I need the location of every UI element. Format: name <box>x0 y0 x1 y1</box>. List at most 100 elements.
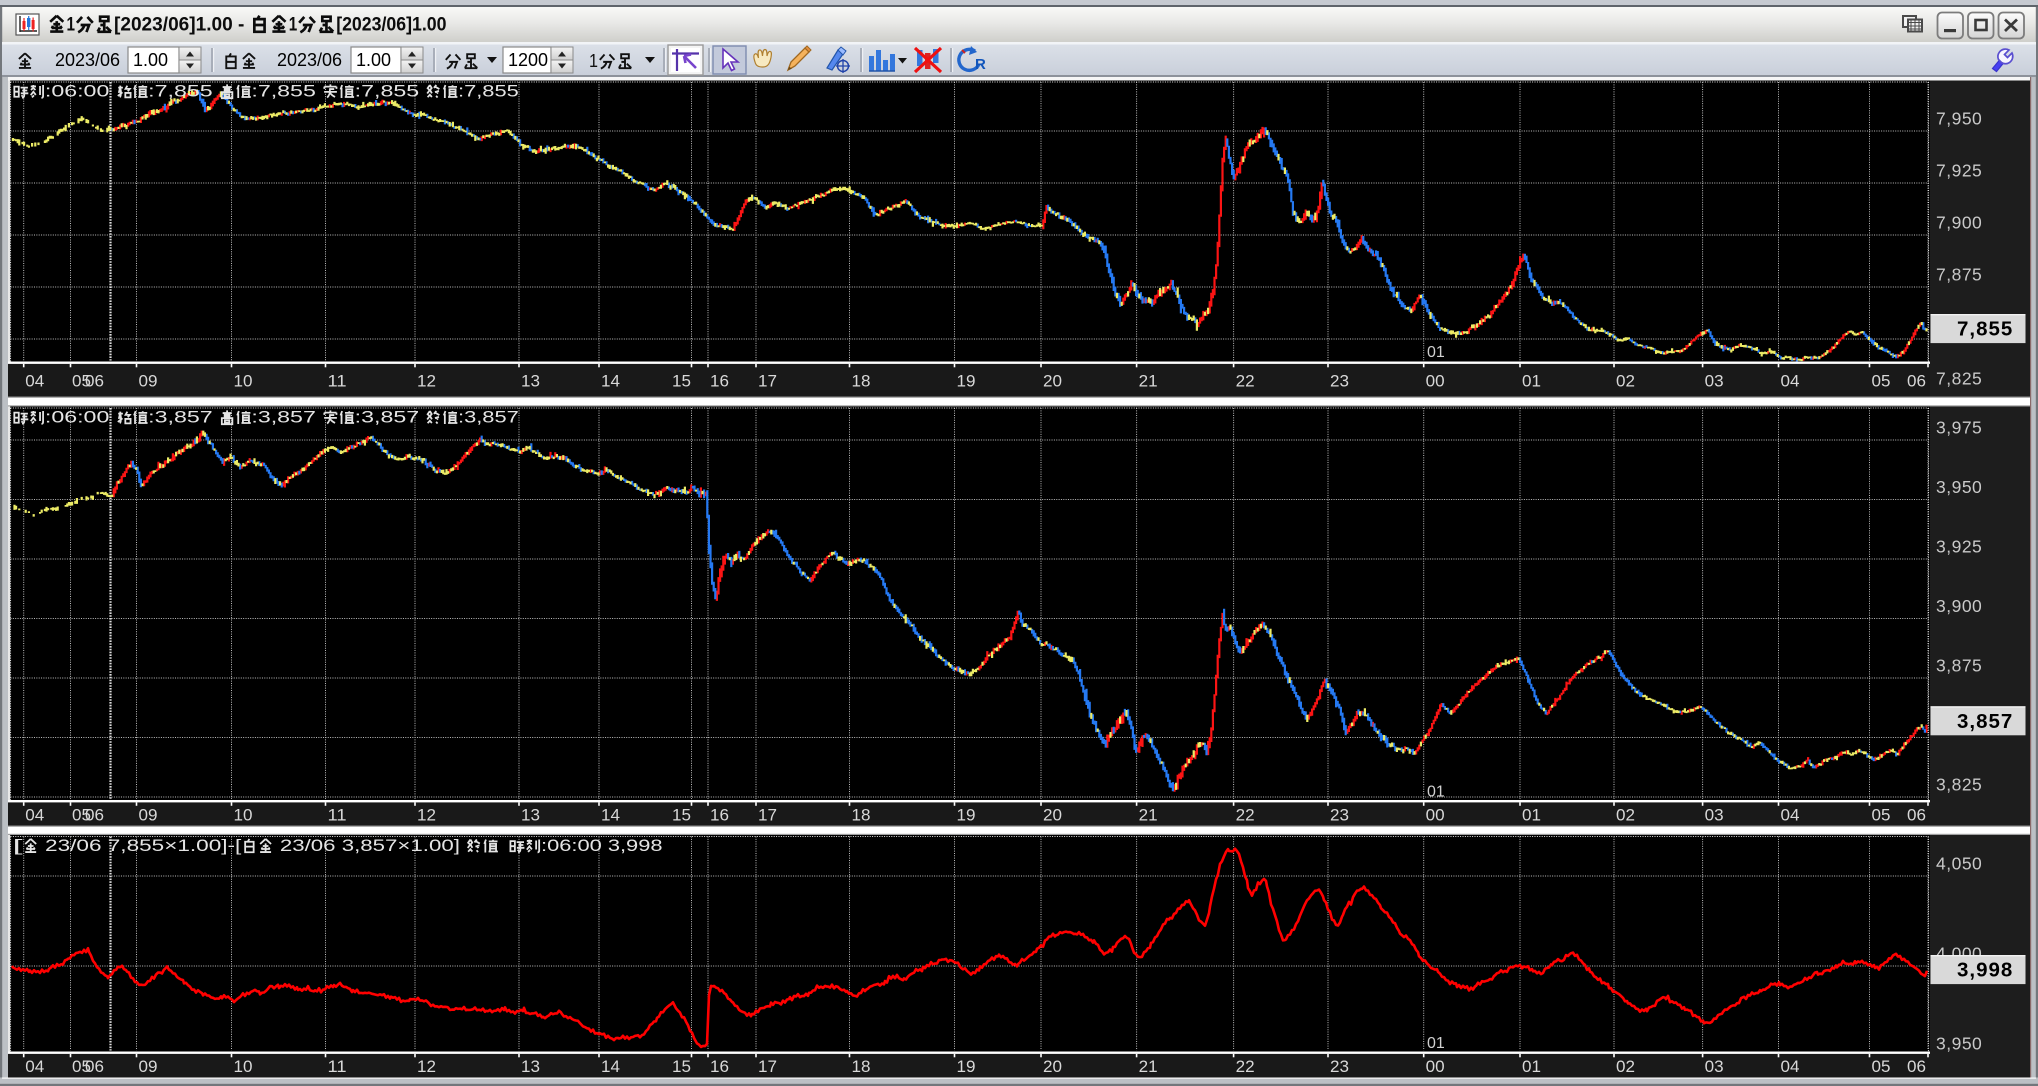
svg-text:06: 06 <box>1907 805 1926 824</box>
svg-text:01: 01 <box>1427 1035 1445 1052</box>
svg-text:3,975: 3,975 <box>1936 418 1982 438</box>
svg-text:09: 09 <box>139 1057 158 1076</box>
svg-text:23: 23 <box>1330 805 1349 824</box>
svg-text:13: 13 <box>521 805 540 824</box>
svg-text:2023/06: 2023/06 <box>277 50 342 70</box>
svg-text:18: 18 <box>852 372 871 391</box>
svg-text:3,950: 3,950 <box>1936 477 1982 497</box>
svg-text:00: 00 <box>1426 805 1445 824</box>
svg-text::7,855: :7,855 <box>148 83 219 101</box>
svg-text:7,900: 7,900 <box>1936 213 1982 233</box>
svg-text:05: 05 <box>1872 372 1891 391</box>
svg-text:14: 14 <box>601 372 620 391</box>
svg-text:04: 04 <box>1781 1057 1800 1076</box>
svg-text:17: 17 <box>758 1057 777 1076</box>
svg-text:7,855: 7,855 <box>1957 318 2013 341</box>
svg-text:23/06 3,857×1.00]: 23/06 3,857×1.00] <box>274 837 466 855</box>
svg-text:7,925: 7,925 <box>1936 161 1982 181</box>
svg-text:06: 06 <box>85 805 104 824</box>
svg-text::3,857: :3,857 <box>355 409 426 427</box>
svg-text:18: 18 <box>852 805 871 824</box>
svg-text:04: 04 <box>25 1057 44 1076</box>
svg-text::3,857: :3,857 <box>148 409 219 427</box>
svg-text:11: 11 <box>328 372 347 391</box>
svg-text:21: 21 <box>1139 372 1158 391</box>
svg-text:18: 18 <box>852 1057 871 1076</box>
svg-text:10: 10 <box>234 1057 253 1076</box>
svg-text:12: 12 <box>417 1057 436 1076</box>
svg-text:20: 20 <box>1043 1057 1062 1076</box>
svg-text:10: 10 <box>234 372 253 391</box>
svg-text:1: 1 <box>67 14 76 36</box>
svg-text:14: 14 <box>601 805 620 824</box>
svg-text:03: 03 <box>1705 1057 1724 1076</box>
svg-text:1: 1 <box>289 14 298 36</box>
svg-text:01: 01 <box>1522 372 1541 391</box>
svg-text:1200: 1200 <box>508 50 548 70</box>
svg-text::7,855: :7,855 <box>458 83 519 101</box>
svg-text:06: 06 <box>1907 1057 1926 1076</box>
svg-text:12: 12 <box>417 805 436 824</box>
svg-text:13: 13 <box>521 1057 540 1076</box>
svg-text:02: 02 <box>1616 1057 1635 1076</box>
svg-text:3,900: 3,900 <box>1936 596 1982 616</box>
svg-text:3,825: 3,825 <box>1936 775 1982 795</box>
svg-text:2023/06: 2023/06 <box>55 50 120 70</box>
svg-text:00: 00 <box>1426 1057 1445 1076</box>
svg-text:3,998: 3,998 <box>1957 959 2013 982</box>
svg-text:3,950: 3,950 <box>1936 1034 1982 1054</box>
svg-text:20: 20 <box>1043 372 1062 391</box>
svg-text:05: 05 <box>1872 805 1891 824</box>
svg-text:02: 02 <box>1616 372 1635 391</box>
svg-text:01: 01 <box>1427 784 1445 801</box>
svg-text:00: 00 <box>1426 372 1445 391</box>
svg-text:3,925: 3,925 <box>1936 537 1982 557</box>
svg-text::3,857: :3,857 <box>251 409 322 427</box>
svg-text:06: 06 <box>85 1057 104 1076</box>
svg-text:19: 19 <box>957 805 976 824</box>
svg-text:23: 23 <box>1330 1057 1349 1076</box>
svg-text:[2023/06]1.00: [2023/06]1.00 <box>336 14 446 36</box>
svg-text::06:00: :06:00 <box>45 83 116 101</box>
svg-text:20: 20 <box>1043 805 1062 824</box>
svg-text:01: 01 <box>1427 344 1445 361</box>
svg-text::7,855: :7,855 <box>355 83 426 101</box>
svg-text:06: 06 <box>85 372 104 391</box>
svg-text:R: R <box>975 56 986 73</box>
svg-text:1.00: 1.00 <box>133 50 168 70</box>
svg-text:7,875: 7,875 <box>1936 265 1982 285</box>
svg-text:[: [ <box>13 837 24 855</box>
svg-text:02: 02 <box>1616 805 1635 824</box>
svg-text:15: 15 <box>672 805 691 824</box>
svg-text::7,855: :7,855 <box>251 83 322 101</box>
svg-text:04: 04 <box>1781 372 1800 391</box>
svg-text:01: 01 <box>1522 1057 1541 1076</box>
svg-text:17: 17 <box>758 805 777 824</box>
svg-text:14: 14 <box>601 1057 620 1076</box>
svg-text:1: 1 <box>589 51 598 71</box>
svg-text::06:00 3,998: :06:00 3,998 <box>541 837 663 855</box>
svg-text:15: 15 <box>672 1057 691 1076</box>
svg-text:22: 22 <box>1236 805 1255 824</box>
svg-text:15: 15 <box>672 372 691 391</box>
svg-text:09: 09 <box>139 805 158 824</box>
svg-text:22: 22 <box>1236 372 1255 391</box>
svg-text:16: 16 <box>710 1057 729 1076</box>
svg-text:19: 19 <box>957 372 976 391</box>
svg-text:23/06 7,855×1.00]-[: 23/06 7,855×1.00]-[ <box>39 837 242 855</box>
svg-text:22: 22 <box>1236 1057 1255 1076</box>
svg-text:1.00: 1.00 <box>356 50 391 70</box>
svg-text:04: 04 <box>25 372 44 391</box>
svg-text:11: 11 <box>328 805 347 824</box>
svg-text:[2023/06]1.00 -: [2023/06]1.00 - <box>114 14 250 36</box>
svg-text:17: 17 <box>758 372 777 391</box>
svg-text:21: 21 <box>1139 805 1158 824</box>
svg-text:05: 05 <box>1872 1057 1891 1076</box>
svg-text:13: 13 <box>521 372 540 391</box>
svg-text:10: 10 <box>234 805 253 824</box>
svg-text:01: 01 <box>1522 805 1541 824</box>
svg-text:16: 16 <box>710 805 729 824</box>
svg-text:7,825: 7,825 <box>1936 369 1982 389</box>
svg-text:03: 03 <box>1705 372 1724 391</box>
svg-text:12: 12 <box>417 372 436 391</box>
